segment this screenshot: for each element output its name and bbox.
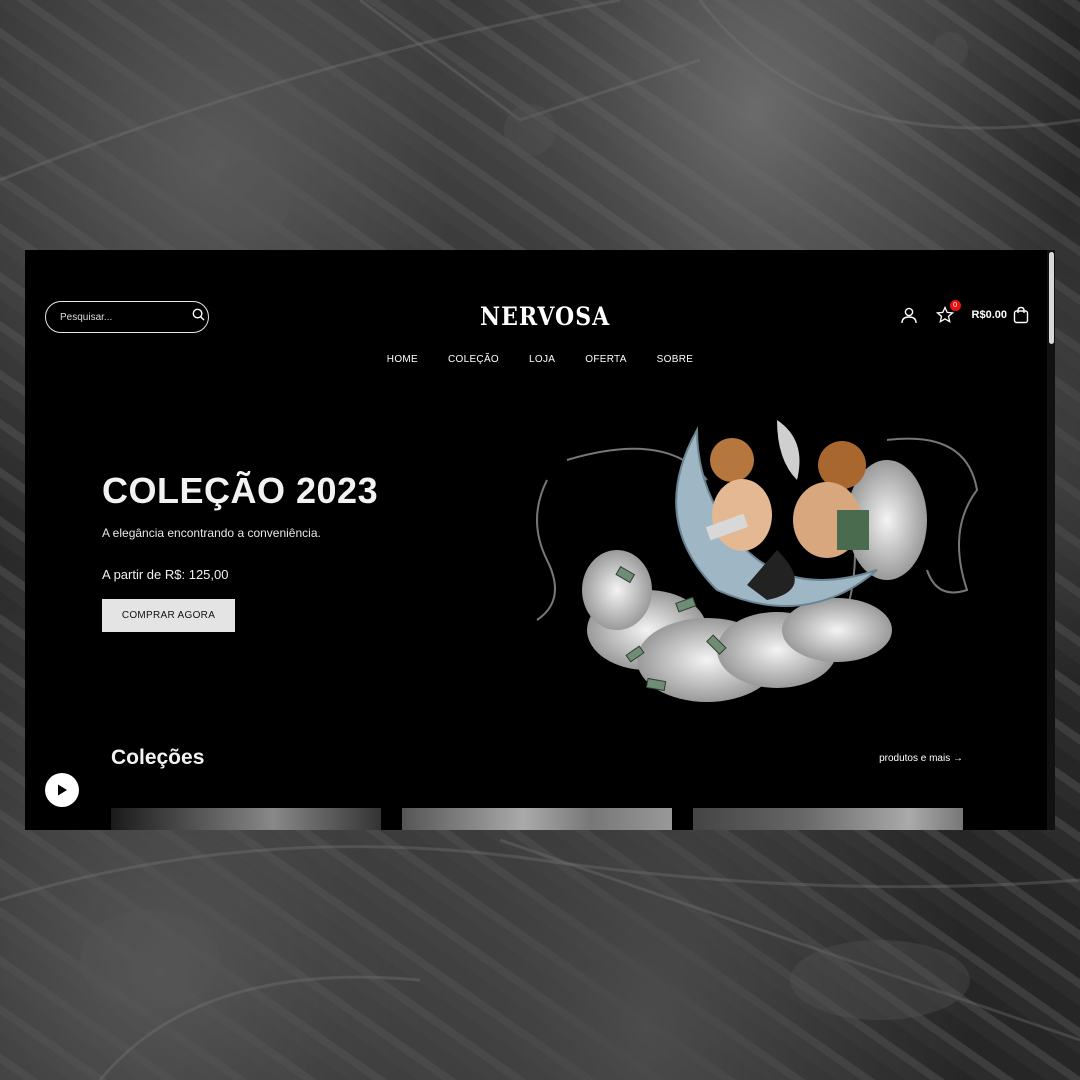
- user-icon[interactable]: [900, 306, 918, 324]
- search-input[interactable]: [60, 311, 192, 323]
- website-window: NERVOSA 0 R$0.00 HOME COLEÇÃO LOJA OFERT…: [25, 250, 1055, 830]
- main-nav: HOME COLEÇÃO LOJA OFERTA SOBRE: [25, 354, 1055, 365]
- collection-cards: [111, 808, 963, 830]
- brand-logo[interactable]: NERVOSA: [480, 300, 609, 335]
- hero-title: COLEÇÃO 2023: [102, 470, 379, 511]
- collection-card[interactable]: [111, 808, 381, 830]
- page-scrollbar[interactable]: [1047, 250, 1055, 830]
- favorites-button[interactable]: 0: [935, 300, 961, 324]
- cart-button[interactable]: R$0.00: [972, 306, 1029, 324]
- scrollbar-thumb[interactable]: [1049, 252, 1054, 344]
- favorites-count-badge: 0: [949, 300, 961, 311]
- nav-loja[interactable]: LOJA: [529, 354, 555, 365]
- play-button[interactable]: [45, 773, 79, 807]
- hero-cherubs-illustration: [536, 420, 979, 702]
- nav-oferta[interactable]: OFERTA: [585, 354, 626, 365]
- shopping-bag-icon: [1013, 306, 1029, 324]
- nav-colecao[interactable]: COLEÇÃO: [448, 354, 499, 365]
- products-link[interactable]: produtos e mais →: [879, 753, 963, 764]
- hero-subtitle: A elegância encontrando a conveniência.: [102, 526, 321, 540]
- collection-card[interactable]: [693, 808, 963, 830]
- collections-title: Coleções: [111, 746, 205, 769]
- buy-now-button[interactable]: COMPRAR AGORA: [102, 599, 235, 632]
- play-icon: [58, 784, 67, 796]
- hero-price: A partir de R$: 125,00: [102, 567, 229, 582]
- cart-total: R$0.00: [971, 309, 1007, 321]
- nav-home[interactable]: HOME: [387, 354, 418, 365]
- search-field[interactable]: [45, 301, 209, 333]
- collection-card[interactable]: [402, 808, 672, 830]
- header-actions: 0 R$0.00: [900, 300, 1029, 324]
- nav-sobre[interactable]: SOBRE: [657, 354, 694, 365]
- search-icon[interactable]: [192, 308, 205, 326]
